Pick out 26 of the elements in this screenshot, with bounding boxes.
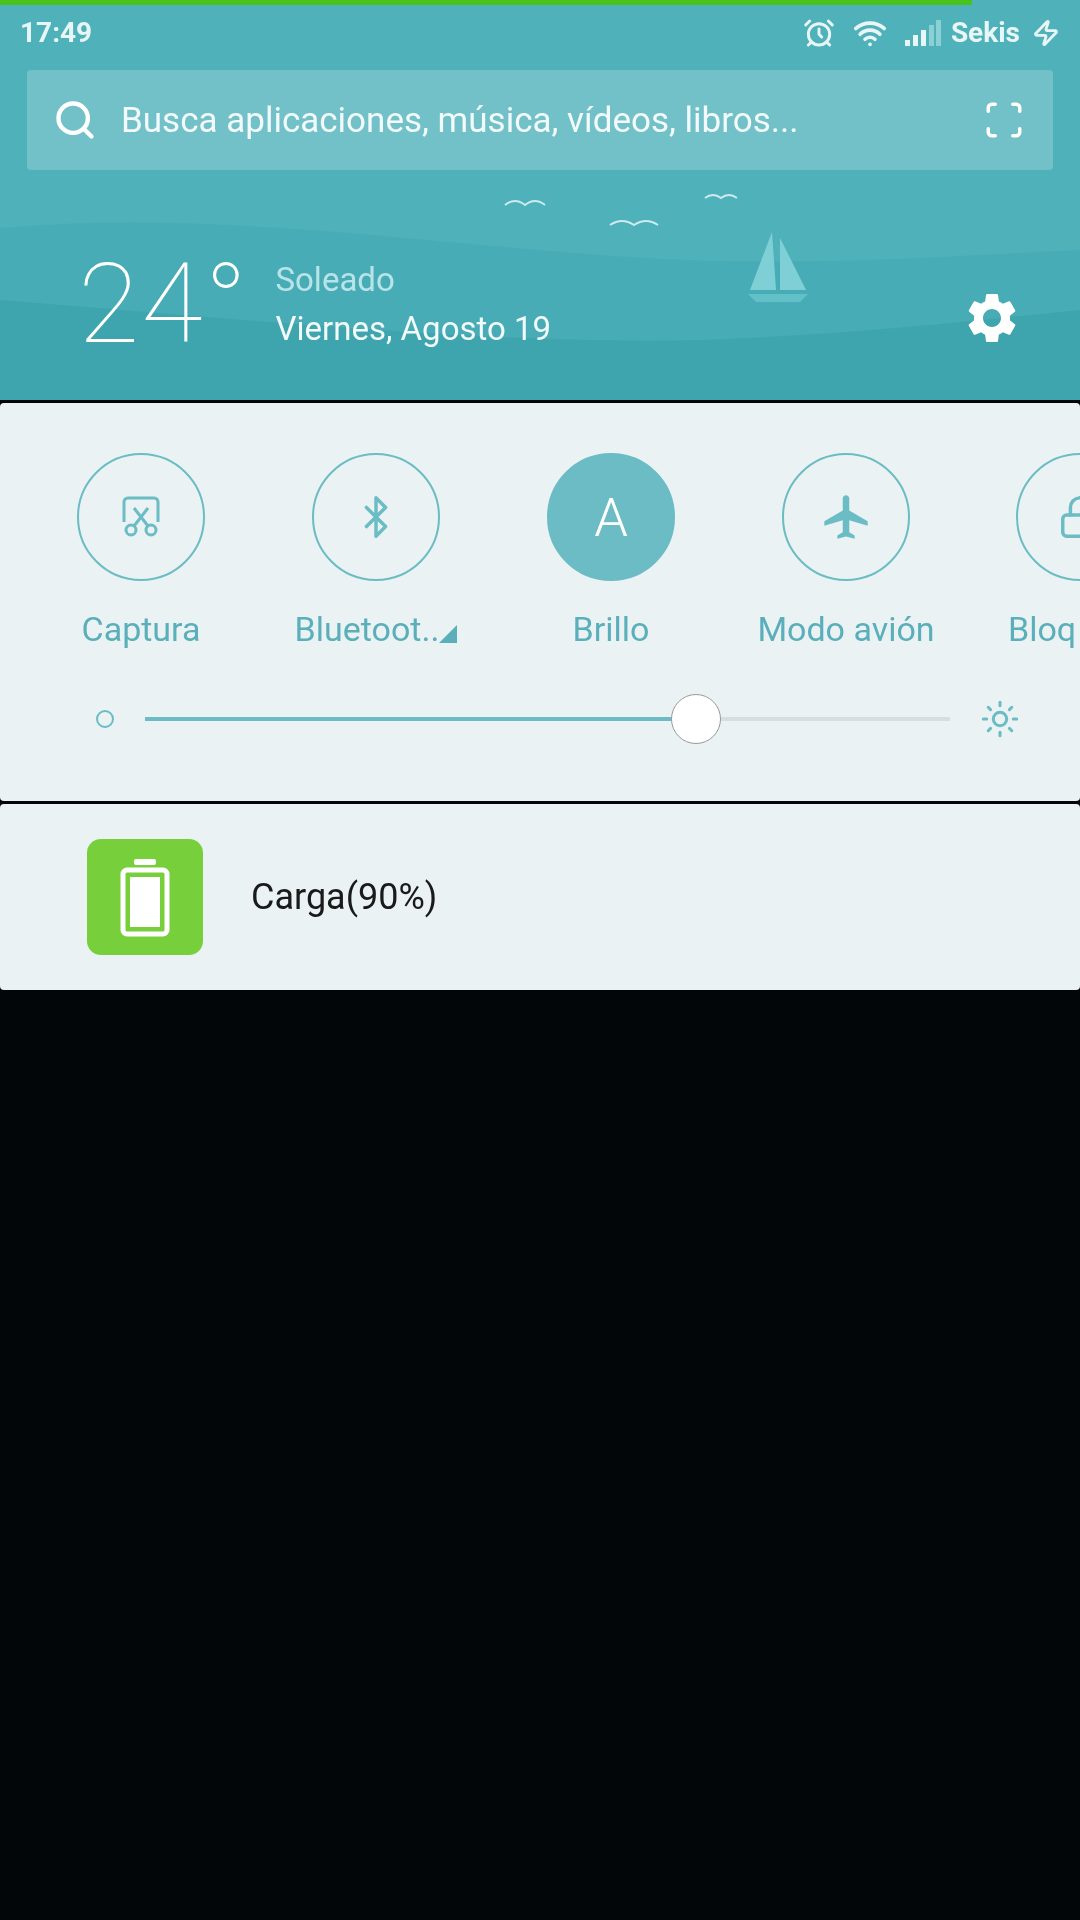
clock-time: 17:49 <box>20 16 93 49</box>
carrier-name: Sekis <box>950 16 1020 49</box>
weather-date: Viernes, Agosto 19 <box>275 309 552 348</box>
toggle-button[interactable] <box>782 453 910 581</box>
battery-app-icon <box>87 839 203 955</box>
signal-icon <box>904 19 941 46</box>
toggle-glyph: A <box>594 485 628 549</box>
notification-title: Carga(90%) <box>251 876 438 918</box>
search-icon <box>53 98 97 142</box>
alarm-icon <box>802 16 835 49</box>
weather-condition: Soleado <box>275 260 396 299</box>
toggle-label: Bloq <box>1008 609 1077 649</box>
search-field[interactable]: Busca aplicaciones, música, vídeos, libros... <box>27 70 1053 170</box>
toggle-button[interactable]: A <box>547 453 675 581</box>
toggle-label: Bluetoot.. <box>294 609 440 649</box>
charging-icon <box>1032 18 1060 47</box>
temperature: 24° <box>78 248 250 360</box>
toggle-label: Modo avión <box>757 609 935 649</box>
toggle-button[interactable] <box>77 453 205 581</box>
toggle-label: Captura <box>81 609 201 649</box>
dim-icon <box>95 709 115 729</box>
slider-thumb[interactable] <box>671 694 722 744</box>
sun-icon <box>980 699 1020 739</box>
toggle-label: Brillo <box>572 609 650 649</box>
notification-card[interactable]: Carga(90%) <box>0 804 1080 990</box>
toggle-button[interactable] <box>312 453 440 581</box>
